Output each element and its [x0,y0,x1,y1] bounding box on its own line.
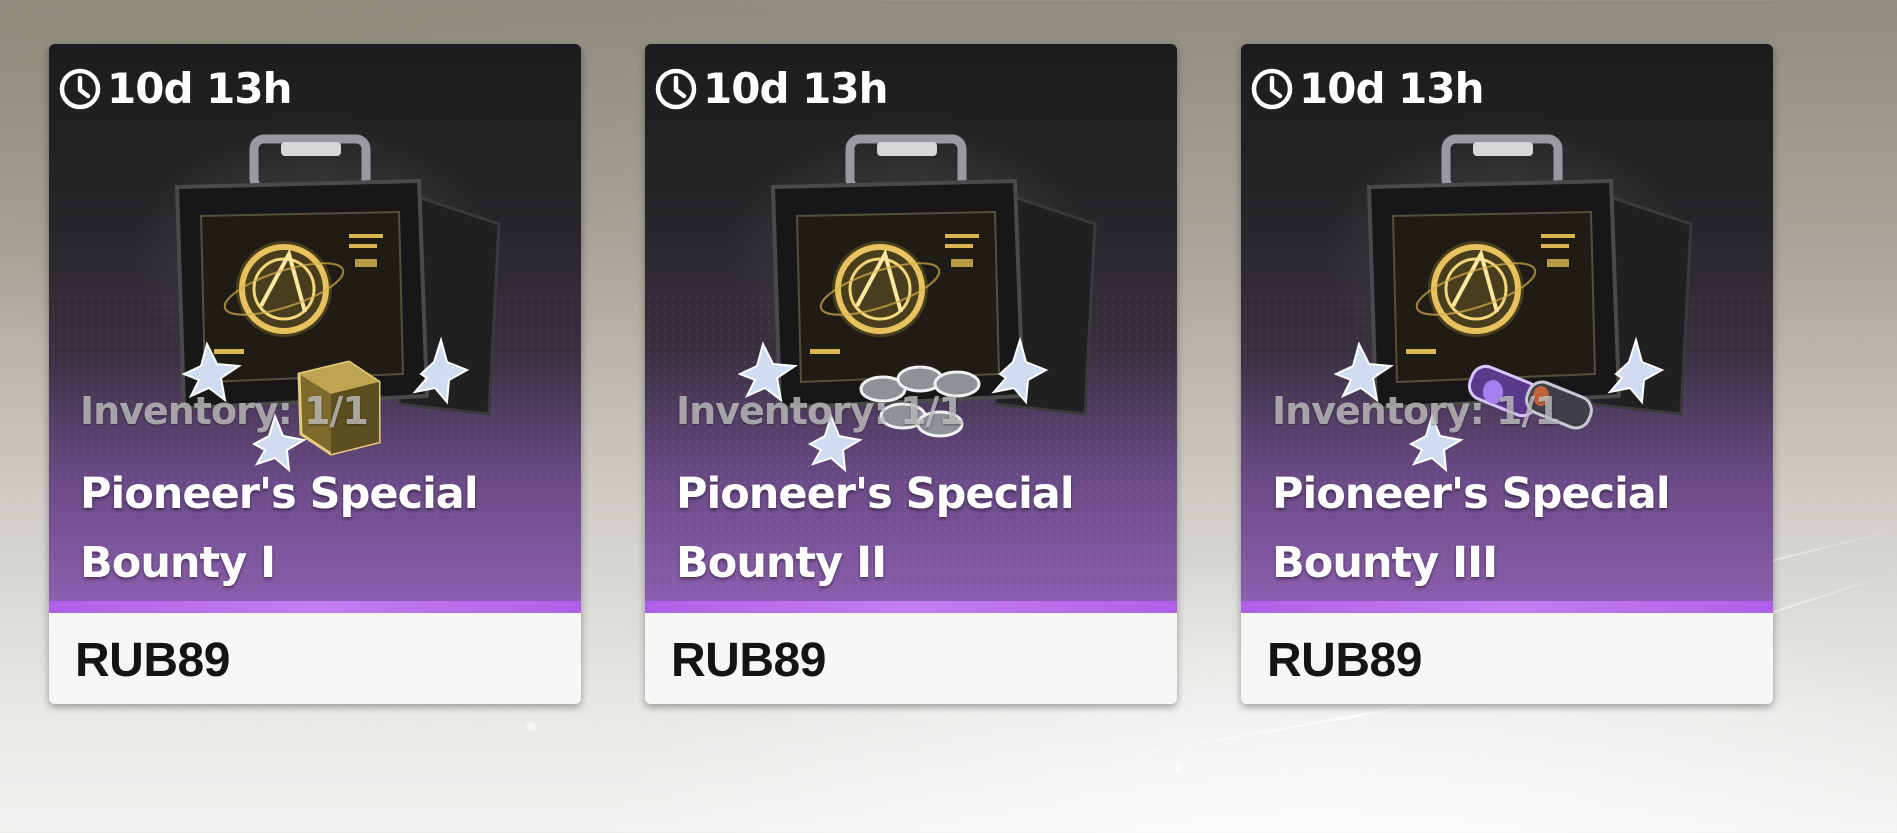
shop-card-bounty-2[interactable]: 10d 13h Inventory: 1/1 Pioneer's Special… [645,44,1177,704]
background-sparkle [525,720,537,732]
background-sparkle [1172,762,1184,774]
card-title-line: Pioneer's Special [80,469,479,519]
price-button[interactable]: RUB89 [645,613,1177,704]
price-label: RUB89 [1267,634,1422,687]
price-button[interactable]: RUB89 [49,613,581,704]
inventory-count: Inventory: 1/1 [80,389,369,433]
rarity-stripe [1241,601,1773,613]
timer-label: 10d 13h [703,64,888,113]
clock-icon [59,68,101,110]
card-title-line: Pioneer's Special [1272,469,1671,519]
card-title-line: Bounty II [676,538,887,588]
time-remaining: 10d 13h [1249,64,1484,114]
rarity-stripe [645,601,1177,613]
time-remaining: 10d 13h [57,64,292,114]
timer-label: 10d 13h [1299,64,1484,113]
time-remaining: 10d 13h [653,64,888,114]
shop-card-bounty-1[interactable]: 10d 13h Inventory: 1/1 Pioneer's Special… [49,44,581,704]
rarity-stripe [49,601,581,613]
inventory-count: Inventory: 1/1 [1272,389,1561,433]
card-title: Pioneer's Special Bounty II [676,460,1156,598]
timer-label: 10d 13h [107,64,292,113]
card-title-line: Pioneer's Special [676,469,1075,519]
card-title-line: Bounty I [80,538,276,588]
clock-icon [655,68,697,110]
price-label: RUB89 [671,634,826,687]
card-title: Pioneer's Special Bounty I [80,460,560,598]
card-title: Pioneer's Special Bounty III [1272,460,1752,598]
inventory-count: Inventory: 1/1 [676,389,965,433]
price-label: RUB89 [75,634,230,687]
shop-card-bounty-3[interactable]: 10d 13h Inventory: 1/1 Pioneer's Special… [1241,44,1773,704]
card-title-line: Bounty III [1272,538,1498,588]
price-button[interactable]: RUB89 [1241,613,1773,704]
clock-icon [1251,68,1293,110]
